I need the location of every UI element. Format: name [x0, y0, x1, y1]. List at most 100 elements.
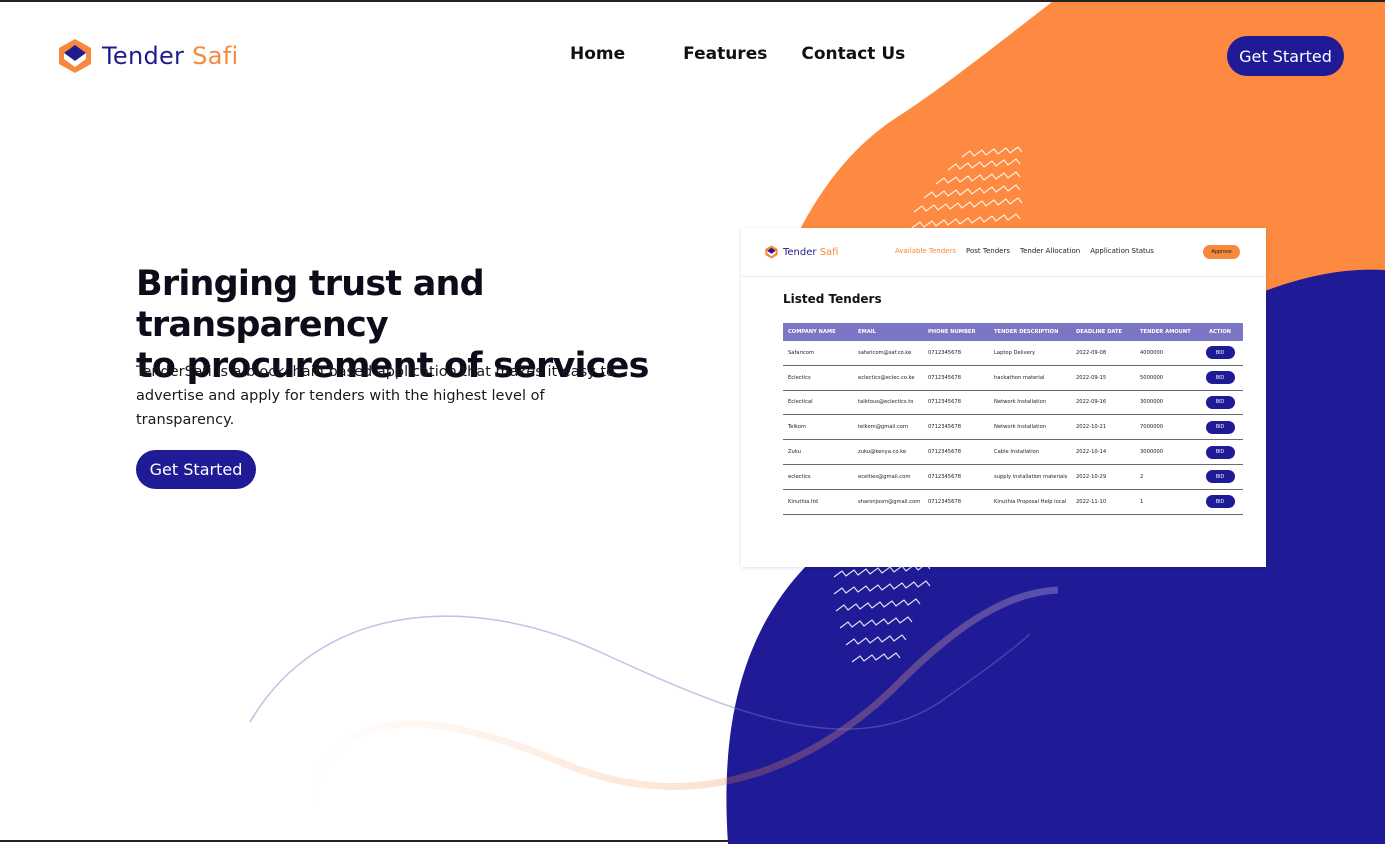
cell-deadline: 2022-10-21 — [1071, 414, 1135, 441]
col-deadline-date: DEADLINE DATE — [1071, 323, 1135, 341]
cell-action: BID — [1197, 341, 1243, 366]
bid-button[interactable]: BID — [1205, 420, 1235, 434]
table-row: Eclectics eclectics@eclec.co.ke 0712345678… — [783, 365, 1243, 391]
hero-title-line1: Bringing trust and transparency — [136, 264, 485, 345]
col-phone-number: PHONE NUMBER — [923, 323, 989, 341]
cell-company: Eclectical — [783, 390, 853, 416]
cell-email: sharonjosm@gmail.com — [853, 489, 923, 515]
preview-section-title: Listed Tenders — [783, 292, 882, 306]
bid-button[interactable]: BID — [1205, 395, 1235, 409]
hero-get-started-button[interactable]: Get Started — [136, 450, 256, 489]
cell-phone: 0712345678 — [923, 341, 989, 366]
brand-name: Tender Safi — [102, 42, 238, 70]
cell-email: telkom@gmail.com — [853, 414, 923, 441]
cell-description: supply installation materials — [989, 464, 1071, 490]
brand-name-part1: Tender — [102, 42, 185, 70]
preview-nav: Available Tenders Post Tenders Tender Al… — [895, 247, 1164, 255]
cell-email: eclectics@eclec.co.ke — [853, 365, 923, 391]
cell-phone: 0712345678 — [923, 464, 989, 490]
cell-action: BID — [1197, 414, 1243, 441]
preview-logo-icon — [765, 245, 778, 259]
col-tender-description: TENDER DESCRIPTION — [989, 323, 1071, 341]
tenders-table-body: Safaricom safaricom@saf.co.ke 0712345678 La… — [783, 341, 1243, 515]
preview-brand-part2: Safi — [819, 246, 839, 258]
cell-email: zuku@kenya.co.ke — [853, 439, 923, 465]
cell-company: Safaricom — [783, 341, 853, 366]
cell-description: Laptop Delivery — [989, 341, 1071, 366]
cell-email: safaricom@saf.co.ke — [853, 341, 923, 366]
brand-name-part2: Safi — [192, 42, 239, 70]
preview-nav-application-status[interactable]: Application Status — [1090, 247, 1154, 255]
cell-deadline: 2022-10-29 — [1071, 464, 1135, 490]
nav-home-link[interactable]: Home — [570, 44, 625, 64]
cell-deadline: 2022-09-08 — [1071, 341, 1135, 366]
cell-amount: 4000000 — [1135, 341, 1197, 366]
cell-company: Telkom — [783, 414, 853, 441]
col-company-name: COMPANY NAME — [783, 323, 853, 341]
cell-email: talktous@eclectics.to — [853, 390, 923, 416]
brand-logo[interactable]: Tender Safi — [58, 38, 238, 74]
bid-button[interactable]: BID — [1205, 445, 1235, 459]
preview-brand-logo: Tender Safi — [765, 245, 838, 259]
preview-brand-name: Tender Safi — [783, 247, 838, 258]
hero-description: TenderSafi is a blockchain based applica… — [136, 364, 615, 428]
cell-description: Cable Installation — [989, 439, 1071, 465]
cell-company: eclectics — [783, 464, 853, 490]
nav-features-link[interactable]: Features — [683, 44, 767, 64]
cell-company: Eclectics — [783, 365, 853, 391]
cell-phone: 0712345678 — [923, 365, 989, 391]
cell-deadline: 2022-09-16 — [1071, 390, 1135, 416]
cell-description: Network Installation — [989, 414, 1071, 441]
cell-deadline: 2022-09-15 — [1071, 365, 1135, 391]
preview-header: Tender Safi Available Tenders Post Tende… — [741, 228, 1266, 277]
bid-button[interactable]: BID — [1205, 470, 1235, 484]
cell-action: BID — [1197, 390, 1243, 416]
preview-brand-part1: Tender — [783, 246, 817, 258]
preview-approve-button[interactable]: Approve — [1203, 245, 1240, 259]
cell-company: Kinuthia.ltd — [783, 489, 853, 515]
table-row: Telkom telkom@gmail.com 0712345678 Network … — [783, 414, 1243, 441]
cell-phone: 0712345678 — [923, 439, 989, 465]
cell-company: Zuku — [783, 439, 853, 465]
cell-email: ecelties@gmail.com — [853, 464, 923, 490]
cell-deadline: 2022-10-14 — [1071, 439, 1135, 465]
cell-phone: 0712345678 — [923, 414, 989, 441]
cell-phone: 0712345678 — [923, 390, 989, 416]
cell-phone: 0712345678 — [923, 489, 989, 515]
col-email: EMAIL — [853, 323, 923, 341]
table-row: Zuku zuku@kenya.co.ke 0712345678 Cable Inst… — [783, 439, 1243, 465]
preview-nav-available-tenders[interactable]: Available Tenders — [895, 247, 956, 255]
cell-description: Network Installation — [989, 390, 1071, 416]
cell-amount: 1 — [1135, 489, 1197, 515]
cell-action: BID — [1197, 489, 1243, 515]
cell-action: BID — [1197, 439, 1243, 465]
col-action: ACTION — [1197, 323, 1243, 341]
table-header-row: COMPANY NAME EMAIL PHONE NUMBER TENDER D… — [783, 323, 1243, 341]
table-row: eclectics ecelties@gmail.com 0712345678 sup… — [783, 464, 1243, 490]
cell-amount: 5000000 — [1135, 365, 1197, 391]
main-nav: Home Features Contact Us — [570, 44, 905, 64]
table-row: Safaricom safaricom@saf.co.ke 0712345678 La… — [783, 341, 1243, 366]
preview-nav-post-tenders[interactable]: Post Tenders — [966, 247, 1010, 255]
tenders-table: COMPANY NAME EMAIL PHONE NUMBER TENDER D… — [783, 323, 1243, 515]
cell-description: hackathon material — [989, 365, 1071, 391]
preview-nav-tender-allocation[interactable]: Tender Allocation — [1020, 247, 1080, 255]
bid-button[interactable]: BID — [1205, 371, 1235, 385]
col-tender-amount: TENDER AMOUNT — [1135, 323, 1197, 341]
cell-amount: 3000000 — [1135, 439, 1197, 465]
bid-button[interactable]: BID — [1205, 346, 1235, 360]
nav-contact-link[interactable]: Contact Us — [801, 44, 905, 64]
table-row: Kinuthia.ltd sharonjosm@gmail.com 07123456… — [783, 489, 1243, 515]
cell-amount: 3000000 — [1135, 390, 1197, 416]
cell-amount: 7000000 — [1135, 414, 1197, 441]
table-row: Eclectical talktous@eclectics.to 071234567… — [783, 390, 1243, 416]
cell-amount: 2 — [1135, 464, 1197, 490]
cell-action: BID — [1197, 365, 1243, 391]
cell-action: BID — [1197, 464, 1243, 490]
cell-deadline: 2022-11-10 — [1071, 489, 1135, 515]
app-preview-card: Tender Safi Available Tenders Post Tende… — [741, 228, 1266, 567]
cell-description: Kinuthia Proposal Help local — [989, 489, 1071, 515]
logo-icon — [59, 39, 91, 73]
bid-button[interactable]: BID — [1205, 495, 1235, 509]
header-get-started-button[interactable]: Get Started — [1227, 36, 1344, 76]
